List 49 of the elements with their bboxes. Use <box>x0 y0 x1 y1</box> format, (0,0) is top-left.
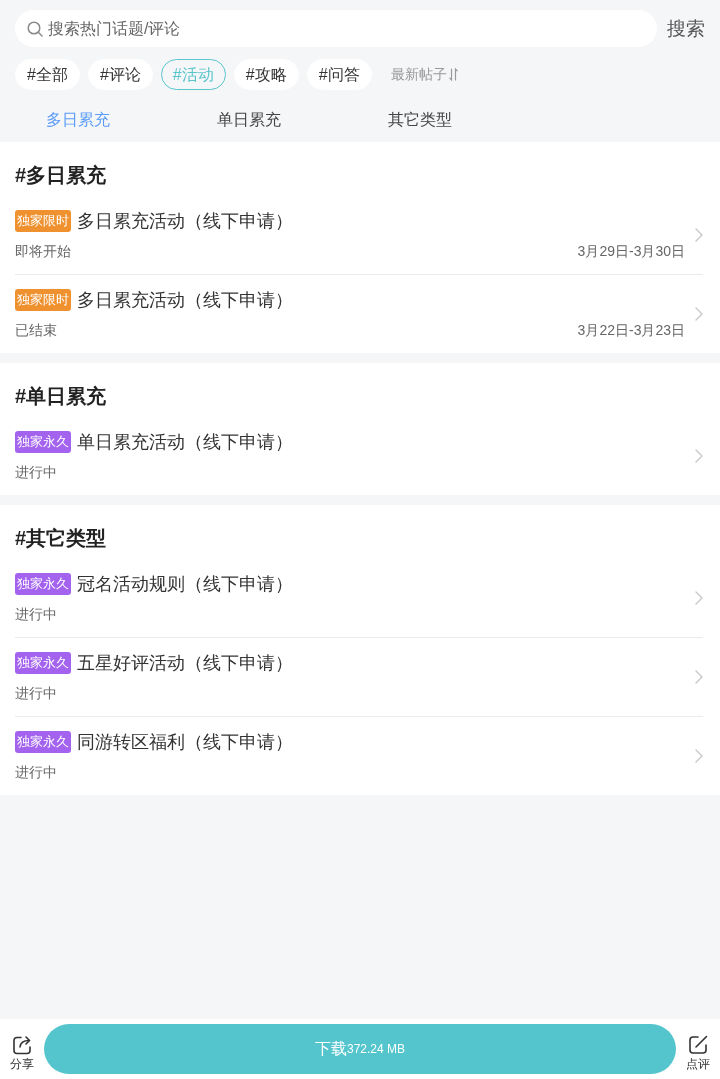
section-heading: #其它类型 <box>14 526 107 551</box>
search-icon <box>27 21 43 37</box>
chevron-right-icon <box>695 307 703 321</box>
activity-status: 进行中 <box>15 684 57 703</box>
activity-status: 进行中 <box>15 763 57 782</box>
edit-icon <box>688 1034 708 1055</box>
badge: 独家限时 <box>15 289 71 311</box>
tab[interactable]: 其它类型 <box>342 109 498 131</box>
filter-chip[interactable]: #评论 <box>87 59 153 90</box>
activity-item[interactable]: 独家永久 冠名活动规则（线下申请） 进行中 <box>15 559 703 638</box>
activity-status: 进行中 <box>15 463 57 482</box>
tab[interactable]: 单日累充 <box>171 109 327 131</box>
activity-item[interactable]: 独家限时 多日累充活动（线下申请） 已结束 3月22日-3月23日 <box>15 275 703 353</box>
activity-item[interactable]: 独家永久 同游转区福利（线下申请） 进行中 <box>15 717 703 795</box>
activity-title: 多日累充活动（线下申请） <box>77 289 293 312</box>
share-icon <box>12 1034 32 1055</box>
activity-item[interactable]: 独家永久 五星好评活动（线下申请） 进行中 <box>15 638 703 717</box>
badge: 独家永久 <box>15 573 71 595</box>
activity-title: 同游转区福利（线下申请） <box>77 731 293 754</box>
activity-item[interactable]: 独家永久 单日累充活动（线下申请） 进行中 <box>15 417 703 495</box>
badge: 独家永久 <box>15 431 71 453</box>
chevron-right-icon <box>695 591 703 605</box>
activity-item[interactable]: 独家限时 多日累充活动（线下申请） 即将开始 3月29日-3月30日 <box>15 196 703 275</box>
chevron-right-icon <box>695 228 703 242</box>
filter-chip[interactable]: #全部 <box>15 59 80 90</box>
activity-date: 3月22日-3月23日 <box>577 321 685 340</box>
activity-title: 五星好评活动（线下申请） <box>77 652 293 675</box>
chevron-right-icon <box>695 749 703 763</box>
activity-title: 多日累充活动（线下申请） <box>77 210 293 233</box>
activity-date: 3月29日-3月30日 <box>577 242 685 261</box>
activity-title: 冠名活动规则（线下申请） <box>77 573 293 596</box>
activity-status: 已结束 <box>15 321 57 340</box>
activity-status: 进行中 <box>15 605 57 624</box>
filter-chip[interactable]: #问答 <box>306 59 372 90</box>
badge: 独家永久 <box>15 731 71 753</box>
badge: 独家永久 <box>15 652 71 674</box>
activity-title: 单日累充活动（线下申请） <box>77 431 293 454</box>
sort-icon <box>448 68 458 81</box>
chevron-right-icon <box>695 449 703 463</box>
share-button[interactable]: 分享 <box>0 1026 44 1072</box>
badge: 独家限时 <box>15 210 71 232</box>
review-button[interactable]: 点评 <box>676 1026 720 1072</box>
section-heading: #单日累充 <box>14 384 107 409</box>
section-heading: #多日累充 <box>14 163 107 188</box>
chevron-right-icon <box>695 670 703 684</box>
search-button[interactable]: 搜索 <box>667 15 705 42</box>
filter-chip[interactable]: #攻略 <box>233 59 299 90</box>
activity-status: 即将开始 <box>15 242 71 261</box>
search-field[interactable]: 搜索热门话题/评论 <box>15 10 657 47</box>
